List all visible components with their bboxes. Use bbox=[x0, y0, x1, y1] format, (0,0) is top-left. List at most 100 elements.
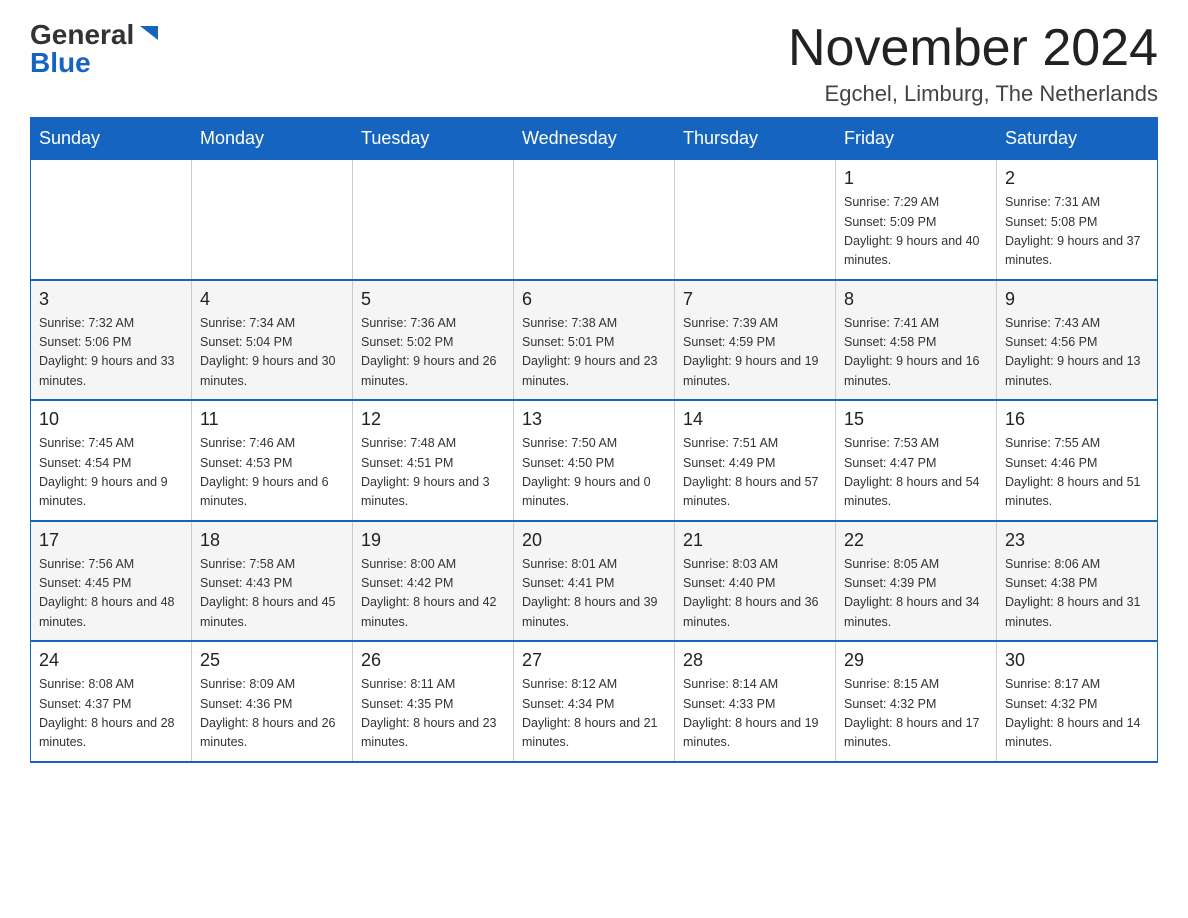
calendar-cell: 1Sunrise: 7:29 AM Sunset: 5:09 PM Daylig… bbox=[836, 160, 997, 280]
calendar-cell: 21 Sunrise: 8:03 AM Sunset: 4:40 PM Dayli… bbox=[675, 521, 836, 642]
day-number: 14 bbox=[683, 409, 827, 430]
day-info: Sunrise: 8:01 AM Sunset: 4:41 PM Dayligh… bbox=[522, 555, 666, 633]
header-sunday: Sunday bbox=[31, 118, 192, 160]
calendar-cell: 3Sunrise: 7:32 AM Sunset: 5:06 PM Daylig… bbox=[31, 280, 192, 401]
day-info: Sunrise: 7:56 AM Sunset: 4:45 PM Dayligh… bbox=[39, 555, 183, 633]
calendar-cell: 7 Sunrise: 7:39 AM Sunset: 4:59 PM Daylig… bbox=[675, 280, 836, 401]
calendar-cell: 9 Sunrise: 7:43 AM Sunset: 4:56 PM Daylig… bbox=[997, 280, 1158, 401]
day-number: 5 bbox=[361, 289, 505, 310]
calendar-table: SundayMondayTuesdayWednesdayThursdayFrid… bbox=[30, 117, 1158, 763]
calendar-cell: 23 Sunrise: 8:06 AM Sunset: 4:38 PM Dayli… bbox=[997, 521, 1158, 642]
calendar-week-row: 24Sunrise: 8:08 AM Sunset: 4:37 PM Dayli… bbox=[31, 641, 1158, 762]
calendar-cell: 28Sunrise: 8:14 AM Sunset: 4:33 PM Dayli… bbox=[675, 641, 836, 762]
calendar-cell: 19Sunrise: 8:00 AM Sunset: 4:42 PM Dayli… bbox=[353, 521, 514, 642]
day-number: 8 bbox=[844, 289, 988, 310]
calendar-cell: 4 Sunrise: 7:34 AM Sunset: 5:04 PM Daylig… bbox=[192, 280, 353, 401]
day-number: 29 bbox=[844, 650, 988, 671]
day-info: Sunrise: 7:45 AM Sunset: 4:54 PM Dayligh… bbox=[39, 434, 183, 512]
calendar-cell bbox=[192, 160, 353, 280]
day-info: Sunrise: 8:14 AM Sunset: 4:33 PM Dayligh… bbox=[683, 675, 827, 753]
day-info: Sunrise: 7:58 AM Sunset: 4:43 PM Dayligh… bbox=[200, 555, 344, 633]
day-info: Sunrise: 7:41 AM Sunset: 4:58 PM Dayligh… bbox=[844, 314, 988, 392]
day-number: 2 bbox=[1005, 168, 1149, 189]
calendar-cell: 25 Sunrise: 8:09 AM Sunset: 4:36 PM Dayli… bbox=[192, 641, 353, 762]
day-info: Sunrise: 7:39 AM Sunset: 4:59 PM Dayligh… bbox=[683, 314, 827, 392]
day-info: Sunrise: 8:03 AM Sunset: 4:40 PM Dayligh… bbox=[683, 555, 827, 633]
calendar-week-row: 1Sunrise: 7:29 AM Sunset: 5:09 PM Daylig… bbox=[31, 160, 1158, 280]
logo-general-text: General bbox=[30, 21, 134, 49]
calendar-cell: 6Sunrise: 7:38 AM Sunset: 5:01 PM Daylig… bbox=[514, 280, 675, 401]
calendar-cell: 22 Sunrise: 8:05 AM Sunset: 4:39 PM Dayli… bbox=[836, 521, 997, 642]
header-monday: Monday bbox=[192, 118, 353, 160]
calendar-cell: 18 Sunrise: 7:58 AM Sunset: 4:43 PM Dayli… bbox=[192, 521, 353, 642]
day-number: 25 bbox=[200, 650, 344, 671]
calendar-cell: 20 Sunrise: 8:01 AM Sunset: 4:41 PM Dayli… bbox=[514, 521, 675, 642]
day-info: Sunrise: 7:31 AM Sunset: 5:08 PM Dayligh… bbox=[1005, 193, 1149, 271]
day-info: Sunrise: 8:05 AM Sunset: 4:39 PM Dayligh… bbox=[844, 555, 988, 633]
day-info: Sunrise: 7:34 AM Sunset: 5:04 PM Dayligh… bbox=[200, 314, 344, 392]
day-info: Sunrise: 8:06 AM Sunset: 4:38 PM Dayligh… bbox=[1005, 555, 1149, 633]
location-text: Egchel, Limburg, The Netherlands bbox=[788, 81, 1158, 107]
day-info: Sunrise: 7:46 AM Sunset: 4:53 PM Dayligh… bbox=[200, 434, 344, 512]
calendar-cell: 10Sunrise: 7:45 AM Sunset: 4:54 PM Dayli… bbox=[31, 400, 192, 521]
day-number: 20 bbox=[522, 530, 666, 551]
calendar-cell bbox=[675, 160, 836, 280]
header-wednesday: Wednesday bbox=[514, 118, 675, 160]
calendar-cell: 8 Sunrise: 7:41 AM Sunset: 4:58 PM Daylig… bbox=[836, 280, 997, 401]
day-info: Sunrise: 7:53 AM Sunset: 4:47 PM Dayligh… bbox=[844, 434, 988, 512]
day-number: 7 bbox=[683, 289, 827, 310]
calendar-cell: 16Sunrise: 7:55 AM Sunset: 4:46 PM Dayli… bbox=[997, 400, 1158, 521]
header-friday: Friday bbox=[836, 118, 997, 160]
month-title: November 2024 bbox=[788, 20, 1158, 77]
page-header: General Blue November 2024 Egchel, Limbu… bbox=[30, 20, 1158, 107]
calendar-cell: 17 Sunrise: 7:56 AM Sunset: 4:45 PM Dayli… bbox=[31, 521, 192, 642]
day-info: Sunrise: 7:29 AM Sunset: 5:09 PM Dayligh… bbox=[844, 193, 988, 271]
calendar-header-row: SundayMondayTuesdayWednesdayThursdayFrid… bbox=[31, 118, 1158, 160]
day-number: 23 bbox=[1005, 530, 1149, 551]
day-number: 15 bbox=[844, 409, 988, 430]
logo: General Blue bbox=[30, 20, 160, 77]
calendar-cell: 30Sunrise: 8:17 AM Sunset: 4:32 PM Dayli… bbox=[997, 641, 1158, 762]
logo-blue-text: Blue bbox=[30, 49, 91, 77]
day-info: Sunrise: 7:55 AM Sunset: 4:46 PM Dayligh… bbox=[1005, 434, 1149, 512]
calendar-cell: 13Sunrise: 7:50 AM Sunset: 4:50 PM Dayli… bbox=[514, 400, 675, 521]
calendar-cell: 29 Sunrise: 8:15 AM Sunset: 4:32 PM Dayli… bbox=[836, 641, 997, 762]
day-number: 11 bbox=[200, 409, 344, 430]
header-thursday: Thursday bbox=[675, 118, 836, 160]
calendar-cell bbox=[514, 160, 675, 280]
calendar-week-row: 17 Sunrise: 7:56 AM Sunset: 4:45 PM Dayli… bbox=[31, 521, 1158, 642]
day-number: 9 bbox=[1005, 289, 1149, 310]
day-info: Sunrise: 7:50 AM Sunset: 4:50 PM Dayligh… bbox=[522, 434, 666, 512]
calendar-cell bbox=[353, 160, 514, 280]
calendar-cell bbox=[31, 160, 192, 280]
calendar-cell: 2 Sunrise: 7:31 AM Sunset: 5:08 PM Daylig… bbox=[997, 160, 1158, 280]
day-info: Sunrise: 8:00 AM Sunset: 4:42 PM Dayligh… bbox=[361, 555, 505, 633]
title-block: November 2024 Egchel, Limburg, The Nethe… bbox=[788, 20, 1158, 107]
day-number: 27 bbox=[522, 650, 666, 671]
day-number: 4 bbox=[200, 289, 344, 310]
logo-triangle-icon bbox=[138, 22, 160, 44]
day-number: 26 bbox=[361, 650, 505, 671]
day-info: Sunrise: 7:48 AM Sunset: 4:51 PM Dayligh… bbox=[361, 434, 505, 512]
calendar-cell: 24Sunrise: 8:08 AM Sunset: 4:37 PM Dayli… bbox=[31, 641, 192, 762]
calendar-week-row: 3Sunrise: 7:32 AM Sunset: 5:06 PM Daylig… bbox=[31, 280, 1158, 401]
calendar-cell: 26 Sunrise: 8:11 AM Sunset: 4:35 PM Dayli… bbox=[353, 641, 514, 762]
day-number: 24 bbox=[39, 650, 183, 671]
day-number: 22 bbox=[844, 530, 988, 551]
day-info: Sunrise: 7:38 AM Sunset: 5:01 PM Dayligh… bbox=[522, 314, 666, 392]
day-info: Sunrise: 8:11 AM Sunset: 4:35 PM Dayligh… bbox=[361, 675, 505, 753]
calendar-cell: 15 Sunrise: 7:53 AM Sunset: 4:47 PM Dayli… bbox=[836, 400, 997, 521]
calendar-cell: 12Sunrise: 7:48 AM Sunset: 4:51 PM Dayli… bbox=[353, 400, 514, 521]
day-info: Sunrise: 7:51 AM Sunset: 4:49 PM Dayligh… bbox=[683, 434, 827, 512]
header-tuesday: Tuesday bbox=[353, 118, 514, 160]
calendar-cell: 11 Sunrise: 7:46 AM Sunset: 4:53 PM Dayli… bbox=[192, 400, 353, 521]
day-info: Sunrise: 8:15 AM Sunset: 4:32 PM Dayligh… bbox=[844, 675, 988, 753]
day-number: 3 bbox=[39, 289, 183, 310]
day-info: Sunrise: 8:09 AM Sunset: 4:36 PM Dayligh… bbox=[200, 675, 344, 753]
day-info: Sunrise: 7:36 AM Sunset: 5:02 PM Dayligh… bbox=[361, 314, 505, 392]
day-info: Sunrise: 7:43 AM Sunset: 4:56 PM Dayligh… bbox=[1005, 314, 1149, 392]
day-number: 21 bbox=[683, 530, 827, 551]
day-number: 18 bbox=[200, 530, 344, 551]
day-number: 17 bbox=[39, 530, 183, 551]
day-info: Sunrise: 8:12 AM Sunset: 4:34 PM Dayligh… bbox=[522, 675, 666, 753]
